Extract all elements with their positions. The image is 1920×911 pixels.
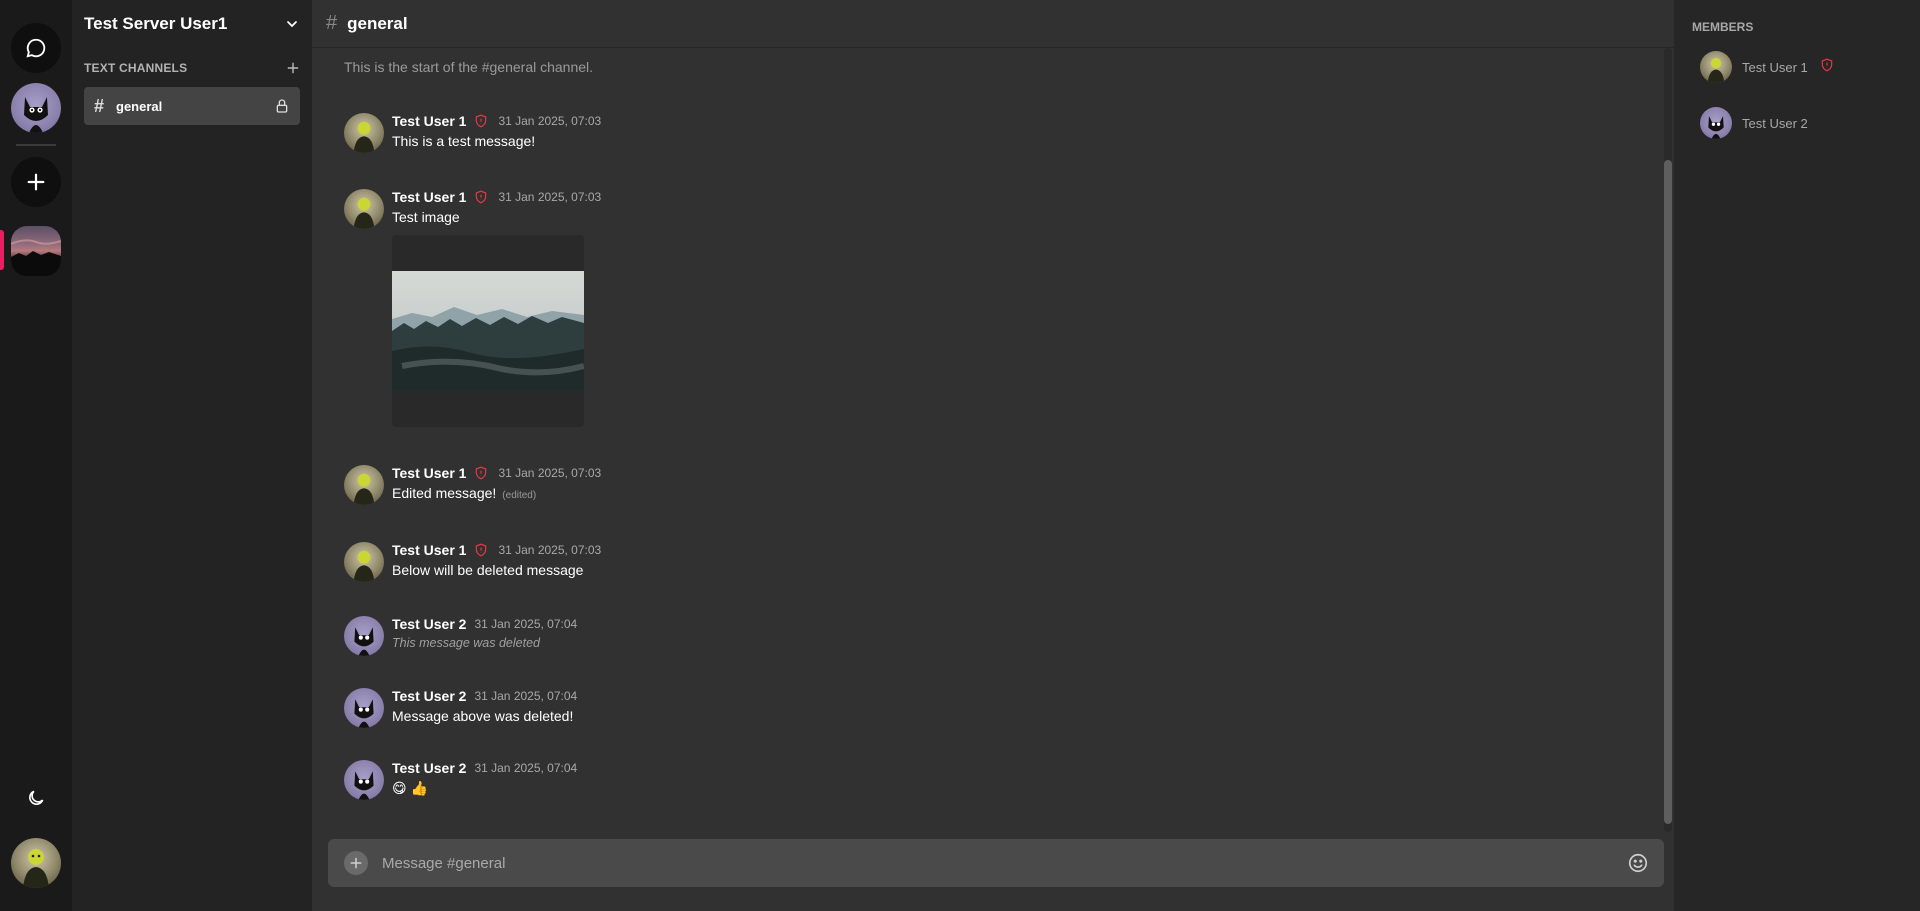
server-header[interactable]: Test Server User1: [72, 0, 312, 48]
avatar: [1700, 51, 1732, 83]
hash-icon: #: [326, 12, 338, 34]
cat-avatar-icon: [354, 699, 374, 728]
channel-intro: This is the start of the #general channe…: [344, 59, 594, 75]
channel-sidebar: Test Server User1 TEXT CHANNELS # genera…: [72, 0, 312, 911]
user1-avatar-icon: [353, 473, 375, 505]
cat-avatar-icon: [354, 627, 374, 656]
message-author[interactable]: Test User 2: [392, 616, 466, 632]
avatar[interactable]: [344, 113, 384, 153]
message-timestamp: 31 Jan 2025, 07:03: [498, 190, 602, 204]
message-list[interactable]: This is the start of the #general channe…: [312, 48, 1662, 828]
emoji-button[interactable]: [1626, 851, 1650, 875]
avatar[interactable]: [344, 542, 384, 582]
message-body: Edited message! (edited): [392, 485, 536, 501]
active-server-indicator: [0, 230, 4, 270]
channel-label: general: [116, 98, 163, 114]
scrollbar-thumb[interactable]: [1664, 160, 1672, 824]
avatar[interactable]: [344, 760, 384, 800]
server-icon-test-server[interactable]: [11, 226, 61, 276]
members-title: MEMBERS: [1692, 20, 1754, 34]
cat-avatar-icon: [354, 771, 374, 800]
message-emoji-text: 😋 👍: [392, 780, 428, 796]
message-timestamp: 31 Jan 2025, 07:04: [474, 761, 578, 775]
server-name: Test Server User1: [84, 14, 228, 33]
message-text: This is a test message!: [392, 133, 536, 149]
user1-avatar-icon: [353, 550, 375, 582]
image-attachment[interactable]: [392, 235, 584, 427]
member-item[interactable]: Test User 1: [1700, 49, 1910, 85]
rail-separator: [16, 144, 56, 146]
app-window: Test Server User1 TEXT CHANNELS # genera…: [0, 0, 1920, 911]
avatar[interactable]: [344, 616, 384, 656]
user1-avatar-icon: [353, 197, 375, 229]
message-timestamp: 31 Jan 2025, 07:03: [498, 466, 602, 480]
chevron-down-icon[interactable]: [284, 16, 300, 32]
current-user-avatar[interactable]: [11, 838, 61, 888]
avatar[interactable]: [344, 465, 384, 505]
message-author[interactable]: Test User 1: [392, 465, 466, 481]
avatar[interactable]: [344, 688, 384, 728]
message-text: Message above was deleted!: [392, 708, 574, 724]
edited-label: (edited): [502, 490, 537, 501]
member-list: MEMBERS Test User 1 Test User 2: [1674, 0, 1920, 911]
chat-main: # general This is the start of the #gene…: [312, 0, 1674, 911]
admin-shield-icon: [1820, 58, 1834, 77]
hash-icon: #: [94, 95, 105, 116]
admin-shield-icon: [474, 466, 488, 480]
channel-title: general: [347, 13, 408, 33]
admin-shield-icon: [474, 114, 488, 128]
add-channel-icon[interactable]: [286, 61, 300, 75]
chat-bubble-icon: [26, 38, 46, 58]
plus-icon: [350, 857, 362, 869]
admin-shield-icon: [474, 543, 488, 557]
moon-icon: [29, 790, 44, 805]
user1-avatar-icon: [1707, 58, 1725, 83]
theme-toggle-button[interactable]: [11, 773, 61, 823]
message-timestamp: 31 Jan 2025, 07:03: [498, 114, 602, 128]
message-timestamp: 31 Jan 2025, 07:03: [498, 543, 602, 557]
message-author[interactable]: Test User 1: [392, 542, 466, 558]
message-text: Edited message!: [392, 485, 497, 501]
add-server-button[interactable]: [11, 157, 61, 207]
server-landscape-icon: [11, 239, 61, 276]
user1-avatar-icon: [23, 849, 49, 888]
message-author[interactable]: Test User 2: [392, 688, 466, 704]
text-channels-section: TEXT CHANNELS: [72, 58, 312, 78]
section-title: TEXT CHANNELS: [84, 61, 188, 75]
message-scrollbar[interactable]: [1664, 48, 1672, 832]
message-text: Test image: [392, 209, 460, 225]
deleted-message-text: This message was deleted: [392, 636, 540, 650]
lock-icon: [276, 99, 288, 113]
attach-button[interactable]: [344, 851, 368, 875]
cat-avatar-icon: [24, 97, 48, 133]
message-text: Below will be deleted message: [392, 562, 584, 578]
admin-shield-icon: [474, 190, 488, 204]
smiley-icon: [1628, 853, 1648, 873]
forest-photo: [392, 271, 584, 391]
member-item[interactable]: Test User 2: [1700, 105, 1910, 141]
message-timestamp: 31 Jan 2025, 07:04: [474, 617, 578, 631]
user-profile-server-button[interactable]: [11, 83, 61, 133]
message-author[interactable]: Test User 1: [392, 189, 466, 205]
message-timestamp: 31 Jan 2025, 07:04: [474, 689, 578, 703]
member-name: Test User 2: [1742, 115, 1808, 131]
avatar[interactable]: [344, 189, 384, 229]
server-rail: [0, 0, 72, 911]
message-input[interactable]: Message #general: [382, 855, 1626, 872]
cat-avatar-icon: [1708, 115, 1724, 139]
message-author[interactable]: Test User 1: [392, 113, 466, 129]
avatar: [1700, 107, 1732, 139]
channel-item-general[interactable]: # general: [84, 87, 300, 125]
message-author[interactable]: Test User 2: [392, 760, 466, 776]
member-name: Test User 1: [1742, 59, 1808, 75]
message-composer: Message #general: [328, 839, 1664, 887]
channel-header: # general: [312, 0, 1674, 48]
plus-icon: [27, 173, 45, 191]
user1-avatar-icon: [353, 121, 375, 153]
direct-messages-button[interactable]: [11, 23, 61, 73]
